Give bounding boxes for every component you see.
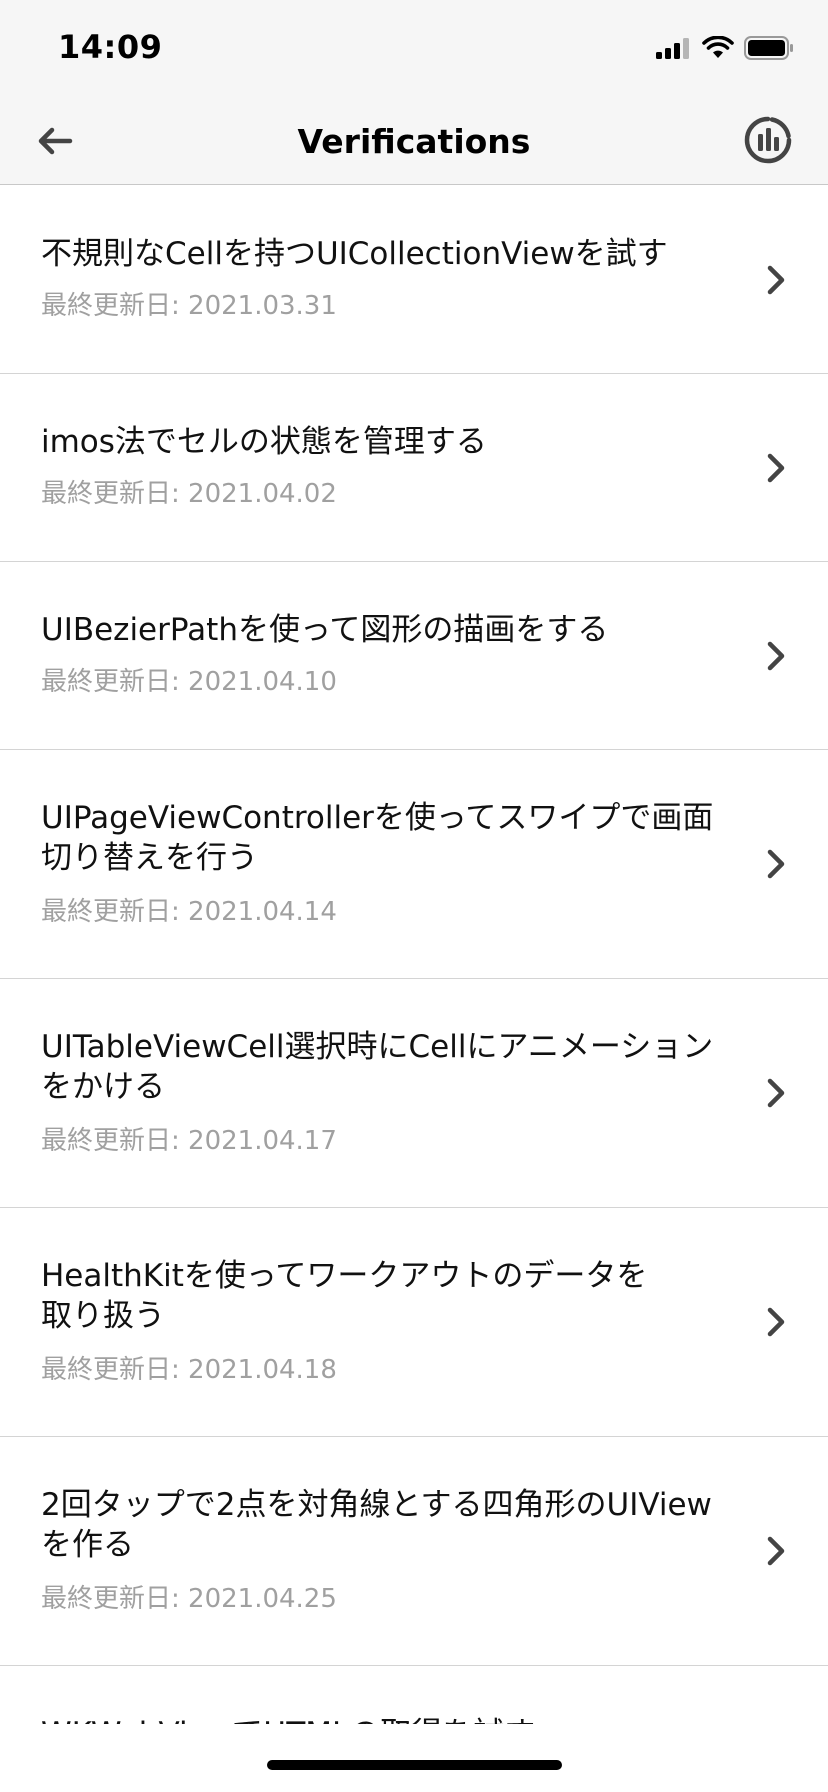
screen: 14:09 Verifications 不規則なCellを持つUICollect…	[0, 0, 828, 1792]
item-title-line2: 取り扱う	[41, 1298, 165, 1334]
bottom-safe-area	[0, 1724, 828, 1792]
item-date: 最終更新日: 2021.04.02	[41, 479, 337, 509]
page-title: Verifications	[297, 122, 531, 161]
status-bar: 14:09	[0, 0, 828, 100]
item-title: UITableViewCell選択時にCellにアニメーション	[41, 1029, 714, 1065]
home-indicator[interactable]	[267, 1760, 562, 1770]
wifi-icon	[702, 35, 734, 64]
item-title: UIBezierPathを使って図形の描画をする	[41, 612, 609, 648]
item-date: 最終更新日: 2021.04.14	[41, 897, 337, 927]
chevron-right-icon	[767, 849, 785, 879]
item-title: UIPageViewControllerを使ってスワイプで画面	[41, 800, 714, 836]
list-item-partial[interactable]: WKWebViewでHTMLの取得を試す	[0, 1666, 828, 1726]
item-title-line2: をかける	[41, 1069, 165, 1105]
item-title: HealthKitを使ってワークアウトのデータを	[41, 1258, 648, 1294]
chevron-right-icon	[767, 641, 785, 670]
item-title-line2: 切り替えを行う	[41, 840, 258, 876]
list-item[interactable]: HealthKitを使ってワークアウトのデータを 取り扱う 最終更新日: 202…	[0, 1208, 828, 1437]
list-item[interactable]: UIBezierPathを使って図形の描画をする 最終更新日: 2021.04.…	[0, 562, 828, 750]
chart-icon	[743, 115, 793, 169]
navigation-bar: Verifications	[0, 100, 828, 185]
chevron-right-icon	[767, 1536, 785, 1566]
status-time: 14:09	[58, 28, 163, 66]
item-date: 最終更新日: 2021.04.10	[41, 667, 337, 697]
chevron-right-icon	[767, 265, 785, 294]
list-item[interactable]: UITableViewCell選択時にCellにアニメーション をかける 最終更…	[0, 979, 828, 1208]
verification-list: 不規則なCellを持つUICollectionViewを試す 最終更新日: 20…	[0, 186, 828, 1726]
status-icons	[656, 35, 794, 64]
cellular-signal-icon	[656, 37, 692, 63]
item-title-line2: を作る	[41, 1527, 134, 1563]
list-item[interactable]: 不規則なCellを持つUICollectionViewを試す 最終更新日: 20…	[0, 186, 828, 374]
chevron-right-icon	[767, 1307, 785, 1337]
chevron-right-icon	[767, 453, 785, 482]
list-item[interactable]: 2回タップで2点を対角線とする四角形のUIView を作る 最終更新日: 202…	[0, 1437, 828, 1666]
statistics-button[interactable]	[738, 112, 798, 172]
item-title: 2回タップで2点を対角線とする四角形のUIView	[41, 1487, 712, 1523]
item-date: 最終更新日: 2021.04.18	[41, 1355, 337, 1385]
list-item[interactable]: UIPageViewControllerを使ってスワイプで画面 切り替えを行う …	[0, 750, 828, 979]
item-date: 最終更新日: 2021.04.17	[41, 1126, 337, 1156]
list-item[interactable]: imos法でセルの状態を管理する 最終更新日: 2021.04.02	[0, 374, 828, 562]
item-date: 最終更新日: 2021.04.25	[41, 1584, 337, 1614]
chevron-right-icon	[767, 1078, 785, 1108]
item-date: 最終更新日: 2021.03.31	[41, 291, 337, 321]
battery-icon	[744, 36, 794, 64]
item-title: 不規則なCellを持つUICollectionViewを試す	[41, 236, 668, 272]
item-title: imos法でセルの状態を管理する	[41, 424, 487, 460]
